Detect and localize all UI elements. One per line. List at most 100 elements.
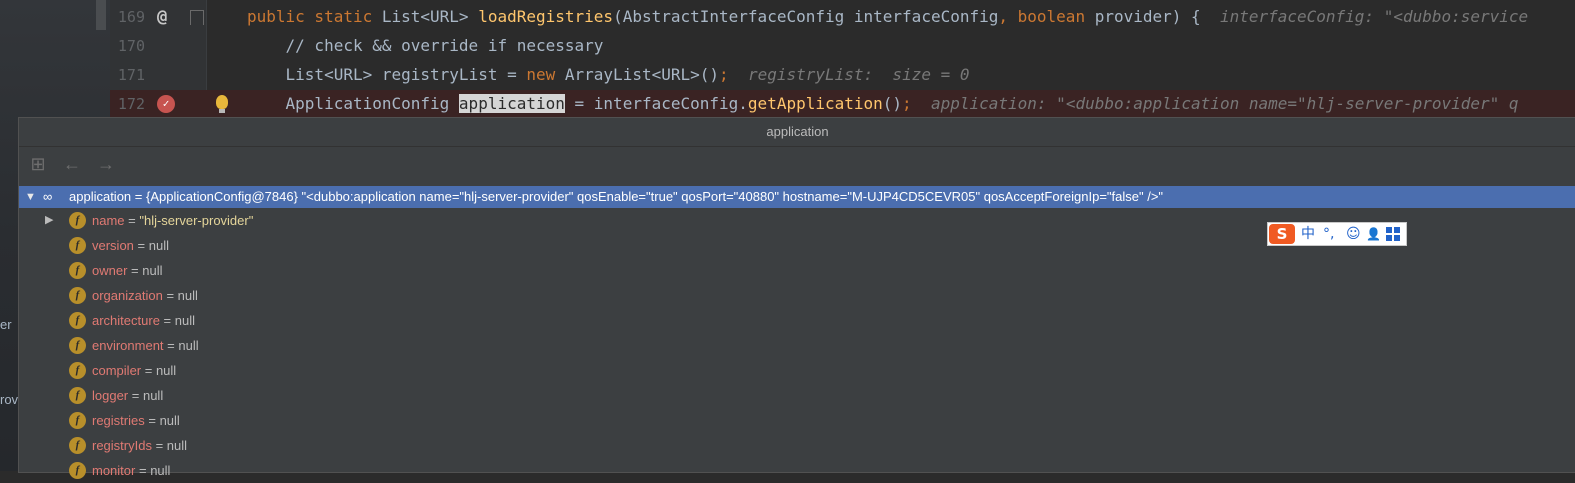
chevron-down-icon[interactable]: ▼ xyxy=(25,186,36,208)
lightbulb-icon[interactable] xyxy=(216,95,228,113)
field-value: null xyxy=(166,438,188,453)
field-equals: = xyxy=(124,213,140,228)
code-token: new xyxy=(526,65,565,84)
inline-debug-hint: application: "<dubbo:application name="h… xyxy=(911,94,1519,113)
field-equals: = xyxy=(128,388,143,403)
field-value: null xyxy=(159,413,180,428)
field-icon: f xyxy=(69,287,86,304)
tree-row-field[interactable]: f environment = null xyxy=(19,333,1575,358)
code-editor[interactable]: 169 @ public static List<URL> loadRegist… xyxy=(110,0,1575,119)
field-icon: f xyxy=(69,387,86,404)
scrollbar-thumb[interactable] xyxy=(96,0,106,30)
field-icon: f xyxy=(69,237,86,254)
field-label: compiler = null xyxy=(92,358,176,383)
line-number: 171 xyxy=(117,66,145,84)
code-token: boolean xyxy=(1017,7,1086,26)
code-line[interactable]: 171 List<URL> registryList = new ArrayLi… xyxy=(110,61,1575,90)
code-text: public static List<URL> loadRegistries(A… xyxy=(247,7,1528,26)
code-token: ; xyxy=(902,94,912,113)
field-icon: f xyxy=(69,437,86,454)
code-token: registryList = xyxy=(372,65,527,84)
tree-row-field[interactable]: f owner = null xyxy=(19,258,1575,283)
inline-debug-hint: registryList: size = 0 xyxy=(728,65,970,84)
ime-logo-icon[interactable]: S xyxy=(1269,224,1295,244)
breakpoint-icon[interactable]: ✓ xyxy=(157,95,175,113)
fold-icon[interactable] xyxy=(190,10,204,25)
popup-title: application xyxy=(19,118,1575,147)
code-line[interactable]: 169 @ public static List<URL> loadRegist… xyxy=(110,3,1575,32)
field-equals: = xyxy=(159,313,175,328)
code-comment: // check && override if necessary xyxy=(247,36,604,55)
field-value: null xyxy=(178,338,199,353)
field-name: architecture xyxy=(92,313,160,328)
field-label: organization = null xyxy=(92,283,198,308)
code-token: = interfaceConfig. xyxy=(564,94,748,113)
field-equals: = xyxy=(162,288,178,303)
ime-punctuation-toggle[interactable]: °, xyxy=(1323,224,1334,244)
field-label: version = null xyxy=(92,233,169,258)
highlighted-identifier[interactable]: application xyxy=(458,94,565,113)
code-line[interactable]: 170 // check && override if necessary xyxy=(110,32,1575,61)
code-token: ArrayList xyxy=(564,65,652,84)
code-token: <URL> xyxy=(420,7,469,26)
code-token: List xyxy=(247,65,325,84)
user-icon[interactable]: 👤 xyxy=(1366,224,1381,244)
field-equals: = xyxy=(151,438,167,453)
root-node-text: application = {ApplicationConfig@7846} "… xyxy=(69,189,1164,204)
code-token: public static xyxy=(247,7,382,26)
tree-row-field[interactable]: f registries = null xyxy=(19,408,1575,433)
arrow-left-icon[interactable]: ← xyxy=(61,153,83,175)
side-text-fragment: er xyxy=(0,317,12,332)
line-number: 170 xyxy=(117,37,145,55)
field-equals: = xyxy=(127,263,143,278)
watch-icon[interactable]: ⊞ xyxy=(27,153,49,175)
field-icon: f xyxy=(69,262,86,279)
field-icon: f xyxy=(69,212,86,229)
code-token: ; xyxy=(719,65,729,84)
code-token: List xyxy=(381,7,421,26)
tree-row-field[interactable]: f logger = null xyxy=(19,383,1575,408)
field-name: compiler xyxy=(92,363,142,378)
field-icon: f xyxy=(69,362,86,379)
field-value: null xyxy=(155,363,177,378)
code-token: () xyxy=(699,65,720,84)
field-equals: = xyxy=(144,413,160,428)
variable-inspect-popup[interactable]: application ⊞ ← → ▼ ∞ application = {App… xyxy=(18,117,1575,479)
watch-glasses-icon: ∞ xyxy=(43,189,53,204)
field-equals: = xyxy=(133,238,149,253)
emoji-icon[interactable]: ☺ xyxy=(1346,224,1361,244)
tree-root-node[interactable]: ▼ ∞ application = {ApplicationConfig@784… xyxy=(19,186,1575,208)
arrow-right-icon[interactable]: → xyxy=(95,153,117,175)
field-value: null xyxy=(148,238,169,253)
field-value: null xyxy=(177,288,198,303)
field-name: environment xyxy=(92,338,164,353)
ime-toolbar[interactable]: S 中 °, ☺ 👤 xyxy=(1267,222,1407,246)
inline-debug-hint: interfaceConfig: "<dubbo:service xyxy=(1200,7,1529,26)
code-token: <URL> xyxy=(324,65,373,84)
field-label: name = "hlj-server-provider" xyxy=(92,208,253,233)
field-label: owner = null xyxy=(92,258,163,283)
tree-row-field[interactable]: f architecture = null xyxy=(19,308,1575,333)
tree-row-field[interactable]: f compiler = null xyxy=(19,358,1575,383)
field-name: registryIds xyxy=(92,438,152,453)
tree-row-field[interactable]: f registryIds = null xyxy=(19,433,1575,458)
code-token: getApplication xyxy=(747,94,883,113)
field-value: null xyxy=(142,388,164,403)
code-token: () xyxy=(882,94,903,113)
override-icon[interactable]: @ xyxy=(157,7,167,27)
field-icon: f xyxy=(69,337,86,354)
field-icon: f xyxy=(69,312,86,329)
field-label: registryIds = null xyxy=(92,433,187,458)
grid-menu-icon[interactable] xyxy=(1386,227,1400,241)
ime-language-toggle[interactable]: 中 xyxy=(1301,224,1315,244)
chevron-right-icon[interactable]: ▶ xyxy=(45,208,53,233)
code-line-breakpoint[interactable]: 172 ✓ ApplicationConfig application = in… xyxy=(110,90,1575,119)
field-name: registries xyxy=(92,413,145,428)
field-name: version xyxy=(92,238,134,253)
tree-row-field[interactable]: f organization = null xyxy=(19,283,1575,308)
code-text: ApplicationConfig application = interfac… xyxy=(247,94,1519,113)
code-token: provider) { xyxy=(1085,7,1201,26)
field-name: logger xyxy=(92,388,129,403)
field-name: name xyxy=(92,213,125,228)
code-text: List<URL> registryList = new ArrayList<U… xyxy=(247,65,970,84)
